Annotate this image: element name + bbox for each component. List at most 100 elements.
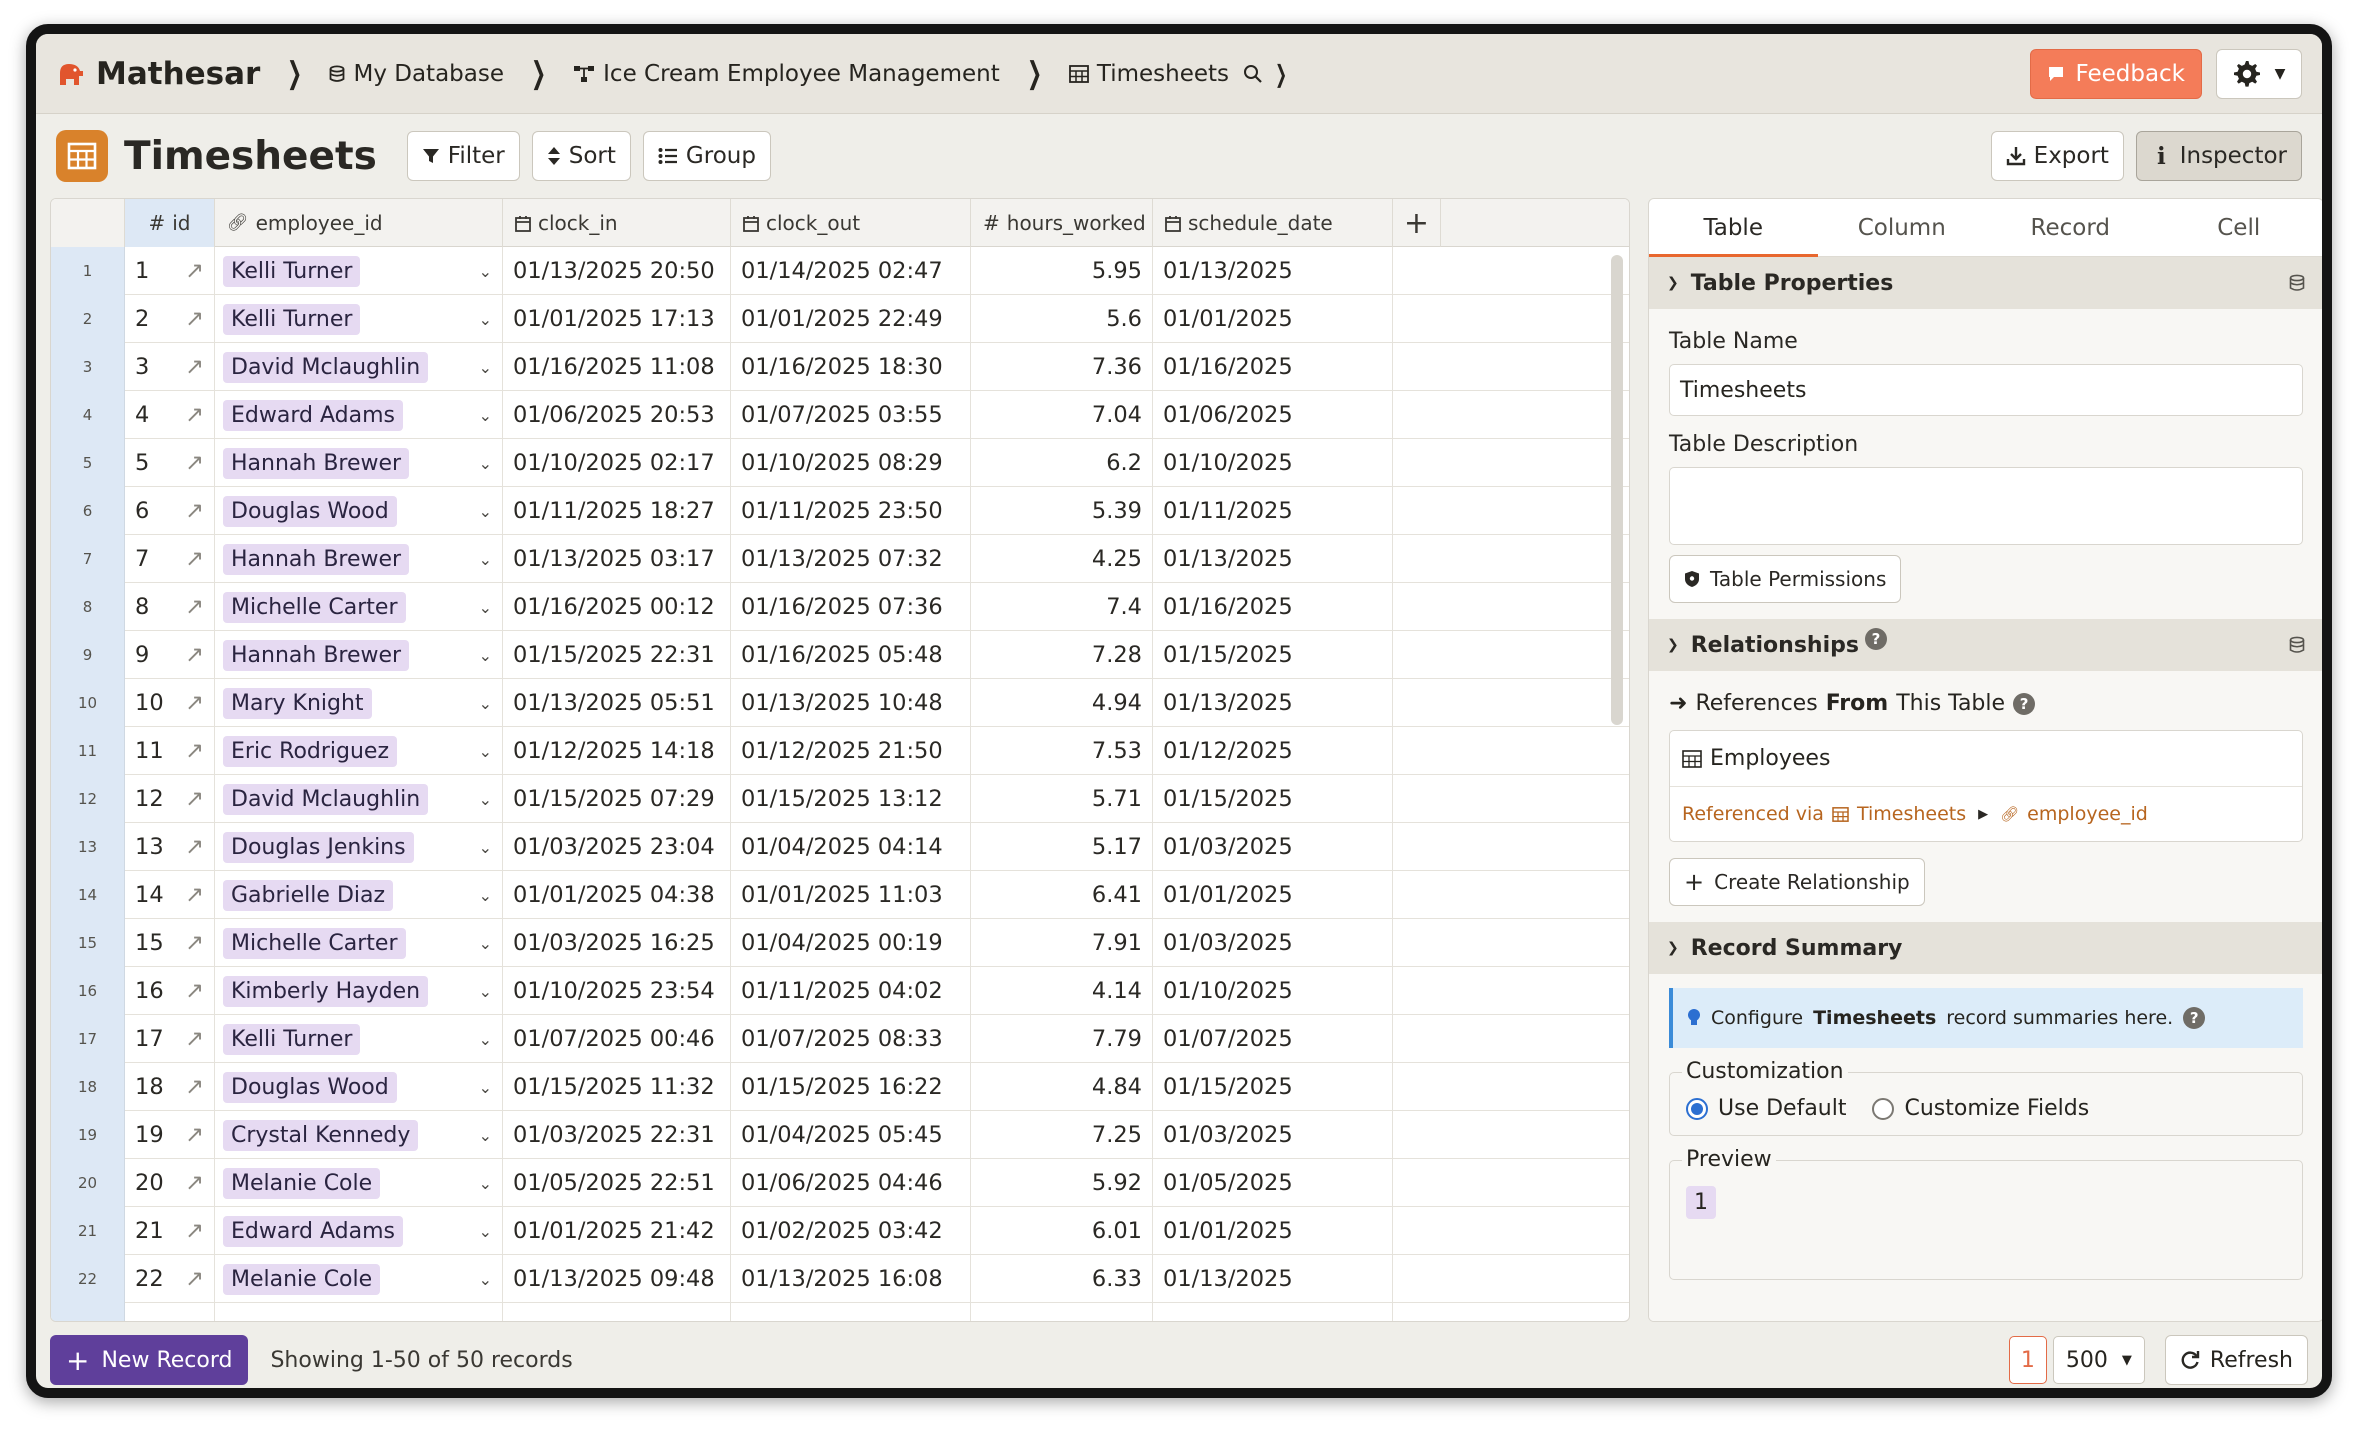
row-number[interactable]: 17 xyxy=(51,1015,125,1063)
column-header-hours-worked[interactable]: # hours_worked xyxy=(971,199,1153,247)
chevron-down-icon[interactable]: ⌄ xyxy=(479,1270,492,1289)
table-row[interactable]: 10 10 ↗ Mary Knight ⌄ 01/13/2025 05:51 01/13/2… xyxy=(51,679,1629,727)
export-button[interactable]: Export xyxy=(1990,131,2124,181)
chevron-down-icon[interactable]: ⌄ xyxy=(479,1030,492,1049)
settings-button[interactable]: ▼ xyxy=(2216,48,2302,99)
table-name-input[interactable]: Timesheets xyxy=(1669,364,2303,416)
linked-record-pill[interactable]: Hannah Brewer xyxy=(223,639,410,671)
chevron-down-icon[interactable]: ⌄ xyxy=(479,262,492,281)
clock-in-cell[interactable]: 01/05/2025 22:51 xyxy=(503,1159,731,1207)
clock-in-cell[interactable] xyxy=(503,1303,731,1321)
id-cell[interactable]: 6 ↗ xyxy=(125,487,215,535)
id-cell[interactable]: 1 ↗ xyxy=(125,247,215,295)
employee-cell[interactable]: Mary Knight ⌄ xyxy=(215,679,503,727)
hours-worked-cell[interactable]: 4.84 xyxy=(971,1063,1153,1111)
breadcrumb-database[interactable]: My Database xyxy=(329,61,504,87)
linked-record-pill[interactable]: David Mclaughlin xyxy=(223,783,429,815)
clock-in-cell[interactable]: 01/06/2025 20:53 xyxy=(503,391,731,439)
chevron-down-icon[interactable]: ⌄ xyxy=(479,502,492,521)
id-cell[interactable]: 14 ↗ xyxy=(125,871,215,919)
column-header-employee-id[interactable]: 🔗︎ employee_id xyxy=(215,199,503,247)
clock-in-cell[interactable]: 01/13/2025 03:17 xyxy=(503,535,731,583)
table-permissions-button[interactable]: Table Permissions xyxy=(1669,555,1902,603)
open-record-icon[interactable]: ↗ xyxy=(185,978,204,1004)
table-properties-header[interactable]: ❯ Table Properties xyxy=(1649,257,2322,309)
relationships-header[interactable]: ❯ Relationships ? xyxy=(1649,619,2322,671)
row-number[interactable]: 5 xyxy=(51,439,125,487)
employee-cell[interactable]: Michelle Carter ⌄ xyxy=(215,919,503,967)
clock-in-cell[interactable]: 01/07/2025 00:46 xyxy=(503,1015,731,1063)
hours-worked-cell[interactable]: 5.92 xyxy=(971,1159,1153,1207)
employee-cell[interactable]: Edward Adams ⌄ xyxy=(215,391,503,439)
clock-in-cell[interactable]: 01/03/2025 23:04 xyxy=(503,823,731,871)
clock-in-cell[interactable]: 01/16/2025 00:12 xyxy=(503,583,731,631)
column-header-clock-in[interactable]: clock_in xyxy=(503,199,731,247)
id-cell[interactable]: 21 ↗ xyxy=(125,1207,215,1255)
table-row[interactable]: 13 13 ↗ Douglas Jenkins ⌄ 01/03/2025 23:04 01/… xyxy=(51,823,1629,871)
hours-worked-cell[interactable]: 6.01 xyxy=(971,1207,1153,1255)
row-number[interactable]: 14 xyxy=(51,871,125,919)
schedule-date-cell[interactable]: 01/06/2025 xyxy=(1153,391,1393,439)
table-row[interactable]: 9 9 ↗ Hannah Brewer ⌄ 01/15/2025 22:31 01/16/2… xyxy=(51,631,1629,679)
id-cell[interactable]: 18 ↗ xyxy=(125,1063,215,1111)
use-default-radio[interactable]: Use Default xyxy=(1686,1096,1846,1121)
row-number[interactable]: 6 xyxy=(51,487,125,535)
open-record-icon[interactable]: ↗ xyxy=(185,1218,204,1244)
new-record-button[interactable]: + New Record xyxy=(50,1335,249,1385)
hours-worked-cell[interactable]: 7.4 xyxy=(971,583,1153,631)
linked-record-pill[interactable]: Douglas Jenkins xyxy=(223,831,414,863)
open-record-icon[interactable]: ↗ xyxy=(185,546,204,572)
clock-out-cell[interactable]: 01/16/2025 05:48 xyxy=(731,631,971,679)
clock-out-cell[interactable]: 01/07/2025 03:55 xyxy=(731,391,971,439)
chevron-down-icon[interactable]: ⌄ xyxy=(479,1222,492,1241)
open-record-icon[interactable]: ↗ xyxy=(185,690,204,716)
schedule-date-cell[interactable]: 01/13/2025 xyxy=(1153,679,1393,727)
filter-button[interactable]: Filter xyxy=(406,131,520,181)
sort-button[interactable]: Sort xyxy=(531,131,631,181)
employee-cell[interactable]: Kelli Turner ⌄ xyxy=(215,247,503,295)
hours-worked-cell[interactable]: 7.28 xyxy=(971,631,1153,679)
id-cell[interactable]: 10 ↗ xyxy=(125,679,215,727)
schedule-date-cell[interactable]: 01/10/2025 xyxy=(1153,967,1393,1015)
clock-out-cell[interactable]: 01/15/2025 16:22 xyxy=(731,1063,971,1111)
clock-in-cell[interactable]: 01/03/2025 16:25 xyxy=(503,919,731,967)
table-row[interactable]: 16 16 ↗ Kimberly Hayden ⌄ 01/10/2025 23:54 01/… xyxy=(51,967,1629,1015)
table-row[interactable] xyxy=(51,1303,1629,1321)
table-row[interactable]: 11 11 ↗ Eric Rodriguez ⌄ 01/12/2025 14:18 01/1… xyxy=(51,727,1629,775)
id-cell[interactable]: 20 ↗ xyxy=(125,1159,215,1207)
hours-worked-cell[interactable]: 5.39 xyxy=(971,487,1153,535)
table-row[interactable]: 7 7 ↗ Hannah Brewer ⌄ 01/13/2025 03:17 01/13/2… xyxy=(51,535,1629,583)
clock-out-cell[interactable]: 01/01/2025 11:03 xyxy=(731,871,971,919)
linked-record-pill[interactable]: David Mclaughlin xyxy=(223,351,429,383)
row-number[interactable]: 1 xyxy=(51,247,125,295)
table-row[interactable]: 20 20 ↗ Melanie Cole ⌄ 01/05/2025 22:51 01/06/… xyxy=(51,1159,1629,1207)
add-column-button[interactable]: + xyxy=(1393,199,1441,247)
open-record-icon[interactable]: ↗ xyxy=(185,1170,204,1196)
linked-record-pill[interactable]: Kelli Turner xyxy=(223,1023,361,1055)
clock-out-cell[interactable]: 01/14/2025 02:47 xyxy=(731,247,971,295)
open-record-icon[interactable]: ↗ xyxy=(185,498,204,524)
table-description-input[interactable] xyxy=(1669,467,2303,545)
open-record-icon[interactable]: ↗ xyxy=(185,354,204,380)
open-record-icon[interactable]: ↗ xyxy=(185,642,204,668)
id-cell[interactable]: 22 ↗ xyxy=(125,1255,215,1303)
breadcrumb-table[interactable]: Timesheets ❯ xyxy=(1068,60,1291,88)
linked-record-pill[interactable]: Kimberly Hayden xyxy=(223,975,429,1007)
schedule-date-cell[interactable]: 01/16/2025 xyxy=(1153,583,1393,631)
chevron-down-icon[interactable]: ⌄ xyxy=(479,1078,492,1097)
table-row[interactable]: 17 17 ↗ Kelli Turner ⌄ 01/07/2025 00:46 01/07/… xyxy=(51,1015,1629,1063)
hours-worked-cell[interactable]: 6.41 xyxy=(971,871,1153,919)
clock-out-cell[interactable]: 01/13/2025 07:32 xyxy=(731,535,971,583)
clock-in-cell[interactable]: 01/01/2025 21:42 xyxy=(503,1207,731,1255)
schedule-date-cell[interactable] xyxy=(1153,1303,1393,1321)
row-number[interactable]: 9 xyxy=(51,631,125,679)
schedule-date-cell[interactable]: 01/01/2025 xyxy=(1153,1207,1393,1255)
clock-out-cell[interactable]: 01/04/2025 04:14 xyxy=(731,823,971,871)
table-row[interactable]: 1 1 ↗ Kelli Turner ⌄ 01/13/2025 20:50 01/14/20… xyxy=(51,247,1629,295)
refresh-button[interactable]: Refresh xyxy=(2164,1335,2308,1385)
hours-worked-cell[interactable]: 7.04 xyxy=(971,391,1153,439)
inspector-toggle-button[interactable]: i Inspector xyxy=(2135,131,2302,181)
schedule-date-cell[interactable]: 01/15/2025 xyxy=(1153,631,1393,679)
help-icon[interactable]: ? xyxy=(2013,692,2036,715)
clock-out-cell[interactable]: 01/02/2025 03:42 xyxy=(731,1207,971,1255)
